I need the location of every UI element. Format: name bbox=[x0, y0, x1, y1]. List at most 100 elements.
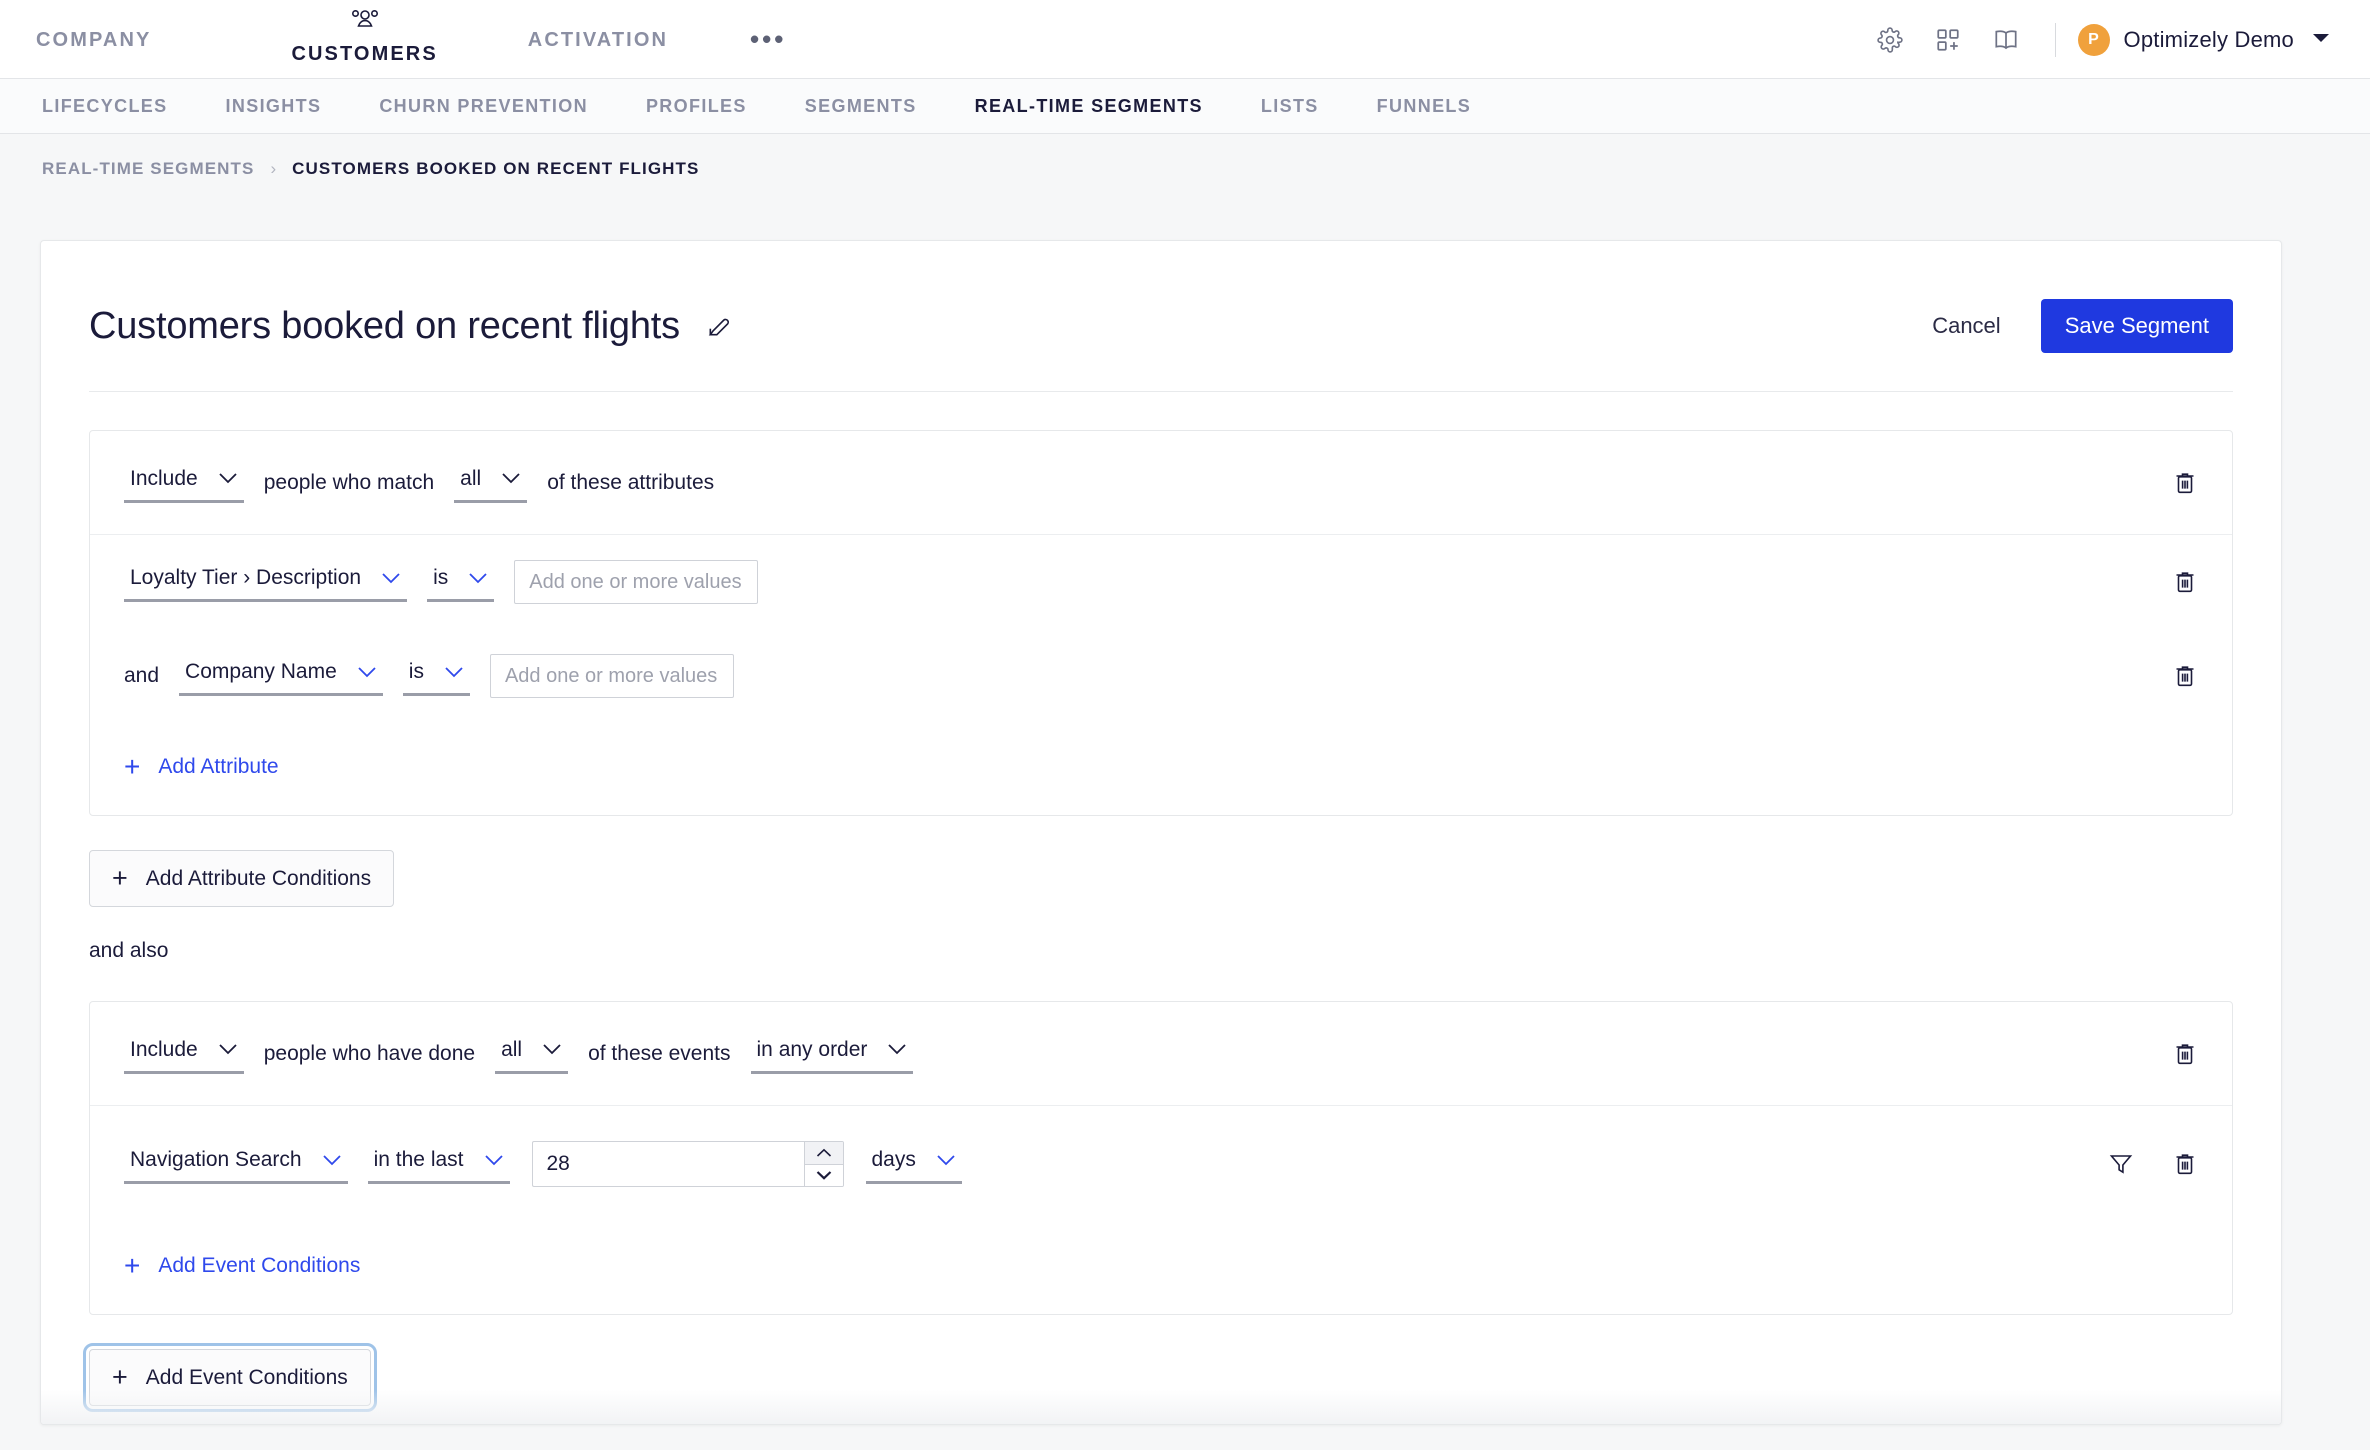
attribute-operator-value-1: is bbox=[408, 660, 424, 683]
attribute-include-select-value: Include bbox=[130, 466, 198, 490]
chevron-down-icon bbox=[357, 666, 377, 679]
top-nav-customers-label: CUSTOMERS bbox=[291, 43, 438, 65]
top-nav-activation-label: ACTIVATION bbox=[527, 29, 669, 51]
trash-icon[interactable] bbox=[2170, 1149, 2200, 1179]
chevron-down-icon bbox=[468, 572, 488, 585]
top-navigation-bar: COMPANY CUSTOMERS ACTIVATION ••• P Optim… bbox=[0, 0, 2370, 79]
gear-icon[interactable] bbox=[1867, 17, 1913, 63]
add-attribute-conditions-button[interactable]: + Add Attribute Conditions bbox=[89, 850, 395, 907]
tab-insights[interactable]: INSIGHTS bbox=[226, 96, 322, 117]
attribute-group-header-row: Include people who match all of these at… bbox=[90, 431, 2232, 535]
attribute-conditions-card: Include people who match all of these at… bbox=[89, 430, 2233, 816]
top-nav-more-menu[interactable]: ••• bbox=[750, 0, 786, 52]
event-include-select-value: Include bbox=[130, 1037, 198, 1061]
account-name[interactable]: Optimizely Demo bbox=[2124, 27, 2294, 53]
event-group-header-actions bbox=[2170, 1039, 2200, 1069]
add-attribute-link[interactable]: + Add Attribute bbox=[90, 723, 279, 815]
chevron-down-icon bbox=[484, 1154, 504, 1167]
attribute-match-select[interactable]: all bbox=[454, 463, 528, 503]
add-event-conditions-link-label: Add Event Conditions bbox=[158, 1254, 361, 1277]
event-match-select[interactable]: all bbox=[495, 1034, 569, 1074]
tab-segments[interactable]: SEGMENTS bbox=[805, 96, 917, 117]
attribute-operator-select-0[interactable]: is bbox=[427, 562, 495, 602]
plus-icon: + bbox=[124, 1250, 141, 1281]
chevron-down-icon bbox=[936, 1154, 956, 1167]
attribute-field-select-0[interactable]: Loyalty Tier › Description bbox=[124, 562, 408, 602]
funnel-filter-icon[interactable] bbox=[2106, 1149, 2136, 1179]
avatar[interactable]: P bbox=[2077, 23, 2110, 56]
cancel-button[interactable]: Cancel bbox=[1914, 303, 2018, 349]
attribute-field-value-1: Company Name bbox=[185, 660, 337, 683]
plus-icon: + bbox=[112, 1362, 128, 1392]
tab-real-time-segments[interactable]: REAL-TIME SEGMENTS bbox=[975, 96, 1203, 117]
tab-churn-prevention[interactable]: CHURN PREVENTION bbox=[379, 96, 588, 117]
attribute-value-input-1[interactable] bbox=[489, 654, 734, 698]
attribute-row-actions-1 bbox=[2170, 661, 2200, 691]
stepper-buttons[interactable] bbox=[803, 1141, 844, 1187]
bottom-fade bbox=[41, 1390, 2281, 1424]
segment-header: Customers booked on recent flights Cance… bbox=[41, 241, 2281, 363]
trash-icon[interactable] bbox=[2170, 567, 2200, 597]
event-include-select[interactable]: Include bbox=[124, 1034, 244, 1074]
save-segment-button[interactable]: Save Segment bbox=[2040, 299, 2233, 353]
event-timeframe-value-0: in the last bbox=[373, 1148, 464, 1171]
attribute-include-select[interactable]: Include bbox=[124, 463, 244, 503]
breadcrumb-parent[interactable]: REAL-TIME SEGMENTS bbox=[42, 159, 254, 179]
pencil-edit-icon[interactable] bbox=[706, 313, 732, 339]
trash-icon[interactable] bbox=[2170, 468, 2200, 498]
top-nav-activation[interactable]: ACTIVATION bbox=[528, 0, 668, 50]
event-amount-input[interactable] bbox=[531, 1141, 804, 1187]
attribute-header-text-1: people who match bbox=[263, 470, 435, 494]
event-name-select-0[interactable]: Navigation Search bbox=[124, 1144, 348, 1184]
chevron-down-icon[interactable] bbox=[2312, 31, 2330, 49]
top-nav-company-label: COMPANY bbox=[36, 29, 152, 51]
attribute-operator-select-1[interactable]: is bbox=[402, 656, 470, 696]
event-order-select[interactable]: in any order bbox=[750, 1034, 914, 1074]
chevron-down-icon bbox=[444, 666, 464, 679]
header-divider-rule bbox=[89, 391, 2233, 392]
app-add-icon[interactable] bbox=[1925, 17, 1971, 63]
attribute-header-text-2: of these attributes bbox=[547, 470, 715, 494]
book-icon[interactable] bbox=[1983, 17, 2029, 63]
breadcrumb-separator-icon: › bbox=[270, 159, 277, 178]
header-actions: Cancel Save Segment bbox=[1914, 299, 2233, 353]
attribute-row: and Company Name is bbox=[90, 629, 2232, 723]
attribute-row-actions-0 bbox=[2170, 567, 2200, 597]
event-unit-select-0[interactable]: days bbox=[865, 1144, 962, 1184]
top-nav-customers[interactable]: CUSTOMERS bbox=[291, 0, 437, 64]
chevron-down-icon bbox=[322, 1154, 342, 1167]
event-header-text-2: of these events bbox=[588, 1041, 731, 1065]
attribute-operator-value-0: is bbox=[433, 566, 449, 589]
add-event-conditions-label: Add Event Conditions bbox=[145, 1365, 348, 1389]
breadcrumb-current: CUSTOMERS BOOKED ON RECENT FLIGHTS bbox=[292, 159, 700, 178]
stepper-increment-icon[interactable] bbox=[804, 1142, 843, 1164]
attribute-value-input-0[interactable] bbox=[514, 560, 759, 604]
top-bar-right-cluster: P Optimizely Demo bbox=[1855, 0, 2330, 79]
tab-lifecycles[interactable]: LIFECYCLES bbox=[42, 96, 168, 117]
breadcrumb: REAL-TIME SEGMENTS › CUSTOMERS BOOKED ON… bbox=[0, 134, 2370, 204]
tab-lists[interactable]: LISTS bbox=[1261, 96, 1319, 117]
chevron-down-icon bbox=[381, 572, 401, 585]
tab-funnels[interactable]: FUNNELS bbox=[1377, 96, 1471, 117]
chevron-down-icon bbox=[218, 472, 238, 485]
event-name-value-0: Navigation Search bbox=[130, 1148, 302, 1171]
ellipsis-icon: ••• bbox=[750, 24, 787, 54]
trash-icon[interactable] bbox=[2170, 1039, 2200, 1069]
attribute-field-select-1[interactable]: Company Name bbox=[179, 656, 383, 696]
header-divider bbox=[2054, 22, 2056, 57]
trash-icon[interactable] bbox=[2170, 661, 2200, 691]
segment-editor-card: Customers booked on recent flights Cance… bbox=[40, 240, 2282, 1425]
event-unit-value-0: days bbox=[871, 1148, 916, 1171]
page-title: Customers booked on recent flights bbox=[89, 304, 680, 347]
chevron-down-icon bbox=[218, 1043, 238, 1056]
event-amount-stepper[interactable] bbox=[531, 1141, 844, 1187]
tab-profiles[interactable]: PROFILES bbox=[646, 96, 747, 117]
event-timeframe-select-0[interactable]: in the last bbox=[367, 1144, 510, 1184]
add-attribute-label: Add Attribute bbox=[158, 755, 279, 778]
chevron-down-icon bbox=[542, 1043, 562, 1056]
add-event-conditions-link[interactable]: + Add Event Conditions bbox=[90, 1222, 360, 1314]
plus-icon: + bbox=[124, 751, 141, 782]
top-nav-company[interactable]: COMPANY bbox=[36, 0, 151, 50]
event-row-actions-0 bbox=[2106, 1149, 2200, 1179]
stepper-decrement-icon[interactable] bbox=[804, 1163, 843, 1186]
